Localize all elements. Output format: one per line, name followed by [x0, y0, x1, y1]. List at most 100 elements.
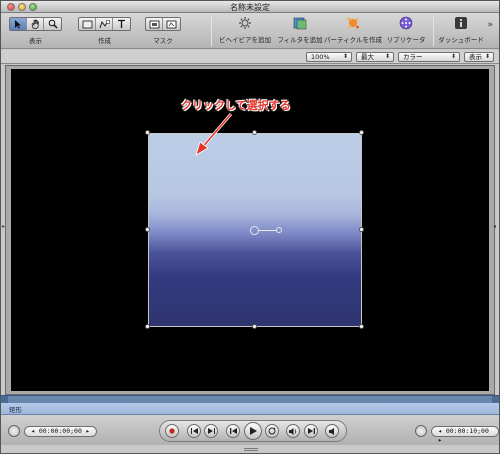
duration-clock-icon[interactable]	[415, 425, 427, 437]
popup-arrow-icon: ⬍	[484, 53, 490, 60]
duration-field[interactable]: ◂ 00:00:10;00 ▸	[431, 426, 499, 444]
duration-value: 00:00:10;00	[445, 427, 489, 435]
speaker-small-icon	[329, 427, 334, 435]
add-behavior-button[interactable]: ビヘイビアを追加	[219, 15, 271, 44]
speaker-icon	[289, 427, 297, 435]
canvas-options-bar: 100% ⬍ 最大 ⬍ カラー ⬍ 表示 ⬍	[1, 50, 499, 64]
bezier-mask-icon	[166, 20, 177, 28]
view-group-label: 表示	[29, 37, 42, 45]
current-time-field[interactable]: ◂ 00:00:00;00 ▸	[24, 426, 97, 437]
anchor-point-handle[interactable]	[250, 226, 259, 235]
create-group-label: 作成	[98, 37, 111, 45]
add-filter-button[interactable]: フィルタを追加	[277, 15, 323, 44]
pan-tool-button[interactable]	[27, 18, 44, 30]
record-button[interactable]	[165, 424, 179, 438]
view-popup[interactable]: 表示 ⬍	[464, 52, 494, 62]
transform-handle[interactable]	[359, 227, 364, 232]
step-back-button[interactable]	[226, 424, 240, 438]
skip-to-end-icon	[207, 428, 215, 434]
replicator-label: リプリケータ	[386, 36, 426, 44]
toolbar-divider	[433, 16, 434, 46]
arrow-pointer-icon	[15, 20, 21, 29]
bezier-tool-button[interactable]	[96, 18, 113, 30]
loop-icon	[268, 427, 276, 435]
transform-handle[interactable]	[145, 227, 150, 232]
go-to-start-button[interactable]	[187, 424, 201, 438]
window-title: 名称未設定	[230, 3, 270, 12]
channel-value: カラー	[403, 53, 423, 61]
title-bar: 名称未設定	[1, 1, 499, 13]
popup-arrow-icon: ⬍	[342, 53, 348, 60]
text-tool-button[interactable]	[113, 18, 130, 30]
channel-popup[interactable]: カラー ⬍	[398, 52, 460, 62]
zoom-level-value: 100%	[311, 53, 330, 61]
audio-button[interactable]	[325, 424, 339, 438]
resolution-value: 最大	[361, 53, 374, 61]
transform-handle[interactable]	[359, 324, 364, 329]
transform-handle[interactable]	[145, 130, 150, 135]
transform-handle[interactable]	[252, 130, 257, 135]
toolbar: 表示 作成 マスク ビヘイビアを追加 フィルタを追加 パーティクルを作成 リプリ…	[1, 13, 499, 49]
current-time-value: 00:00:00;00	[38, 427, 82, 435]
current-time-clock-icon[interactable]	[8, 425, 20, 437]
app-window: 名称未設定 表示 作成 マスク ビヘイビアを追加 フィルタを追加 パーティクルを…	[0, 0, 500, 454]
mask-tool-group	[145, 17, 181, 31]
gear-sparkle-icon	[239, 17, 251, 29]
filter-icon	[293, 17, 307, 30]
callout-arrow-icon	[195, 113, 233, 156]
popup-arrow-icon: ⬍	[384, 53, 390, 60]
step-back-icon	[229, 428, 237, 434]
zoom-level-popup[interactable]: 100% ⬍	[306, 52, 352, 62]
dashboard-info-icon	[455, 17, 467, 29]
step-forward-button[interactable]	[304, 424, 318, 438]
replicator-button[interactable]: リプリケータ	[385, 15, 427, 44]
replicator-icon	[399, 16, 413, 30]
record-icon	[169, 428, 175, 434]
timeline-track-label: 矩形	[9, 406, 22, 414]
add-filter-label: フィルタを追加	[277, 36, 323, 44]
toolbar-divider	[211, 16, 212, 46]
create-tool-group	[78, 17, 131, 31]
popup-arrow-icon: ⬍	[450, 53, 456, 60]
transform-handle[interactable]	[359, 130, 364, 135]
bezier-mask-tool-button[interactable]	[163, 18, 180, 30]
rectangle-mask-icon	[149, 20, 159, 28]
rectangle-tool-button[interactable]	[79, 18, 96, 30]
play-button[interactable]	[244, 422, 262, 440]
window-resize-grip[interactable]	[244, 448, 258, 451]
toolbar-overflow-icon[interactable]: »	[487, 20, 493, 30]
transform-handle[interactable]	[145, 324, 150, 329]
rotation-arm	[259, 230, 276, 231]
pen-shape-icon	[99, 19, 110, 28]
resolution-popup[interactable]: 最大 ⬍	[356, 52, 394, 62]
rectangle-icon	[82, 20, 92, 28]
hand-icon	[31, 19, 39, 29]
view-tool-group	[9, 17, 62, 31]
transport-controls: ◂ 00:00:00;00 ▸ ◂ 00:00:10;00 ▸	[1, 415, 499, 445]
dashboard-label: ダッシュボード	[438, 36, 484, 44]
skip-to-start-icon	[190, 428, 198, 434]
add-behavior-label: ビヘイビアを追加	[219, 36, 271, 44]
play-icon	[249, 427, 257, 435]
dashboard-button[interactable]: ダッシュボード	[438, 15, 484, 44]
audio-mute-button[interactable]	[286, 424, 300, 438]
zoom-tool-button[interactable]	[44, 18, 61, 30]
particle-icon	[347, 17, 359, 29]
view-value: 表示	[469, 53, 482, 61]
right-panel-grip-icon[interactable]: ◂	[493, 223, 496, 230]
rotation-handle[interactable]	[276, 227, 282, 233]
step-forward-icon	[307, 428, 315, 434]
transform-handle[interactable]	[252, 324, 257, 329]
magnifier-icon	[48, 19, 57, 29]
mask-group-label: マスク	[153, 37, 173, 45]
text-t-icon	[118, 19, 125, 28]
create-particles-label: パーティクルを作成	[324, 36, 382, 44]
create-particles-button[interactable]: パーティクルを作成	[324, 15, 382, 44]
mini-timeline-ruler[interactable]	[1, 395, 499, 403]
go-to-end-button[interactable]	[204, 424, 218, 438]
left-panel-grip-icon[interactable]: ▸	[2, 223, 5, 230]
select-tool-button[interactable]	[10, 18, 27, 30]
timeline-track[interactable]	[1, 403, 499, 415]
rectangle-mask-tool-button[interactable]	[146, 18, 163, 30]
loop-button[interactable]	[265, 424, 279, 438]
